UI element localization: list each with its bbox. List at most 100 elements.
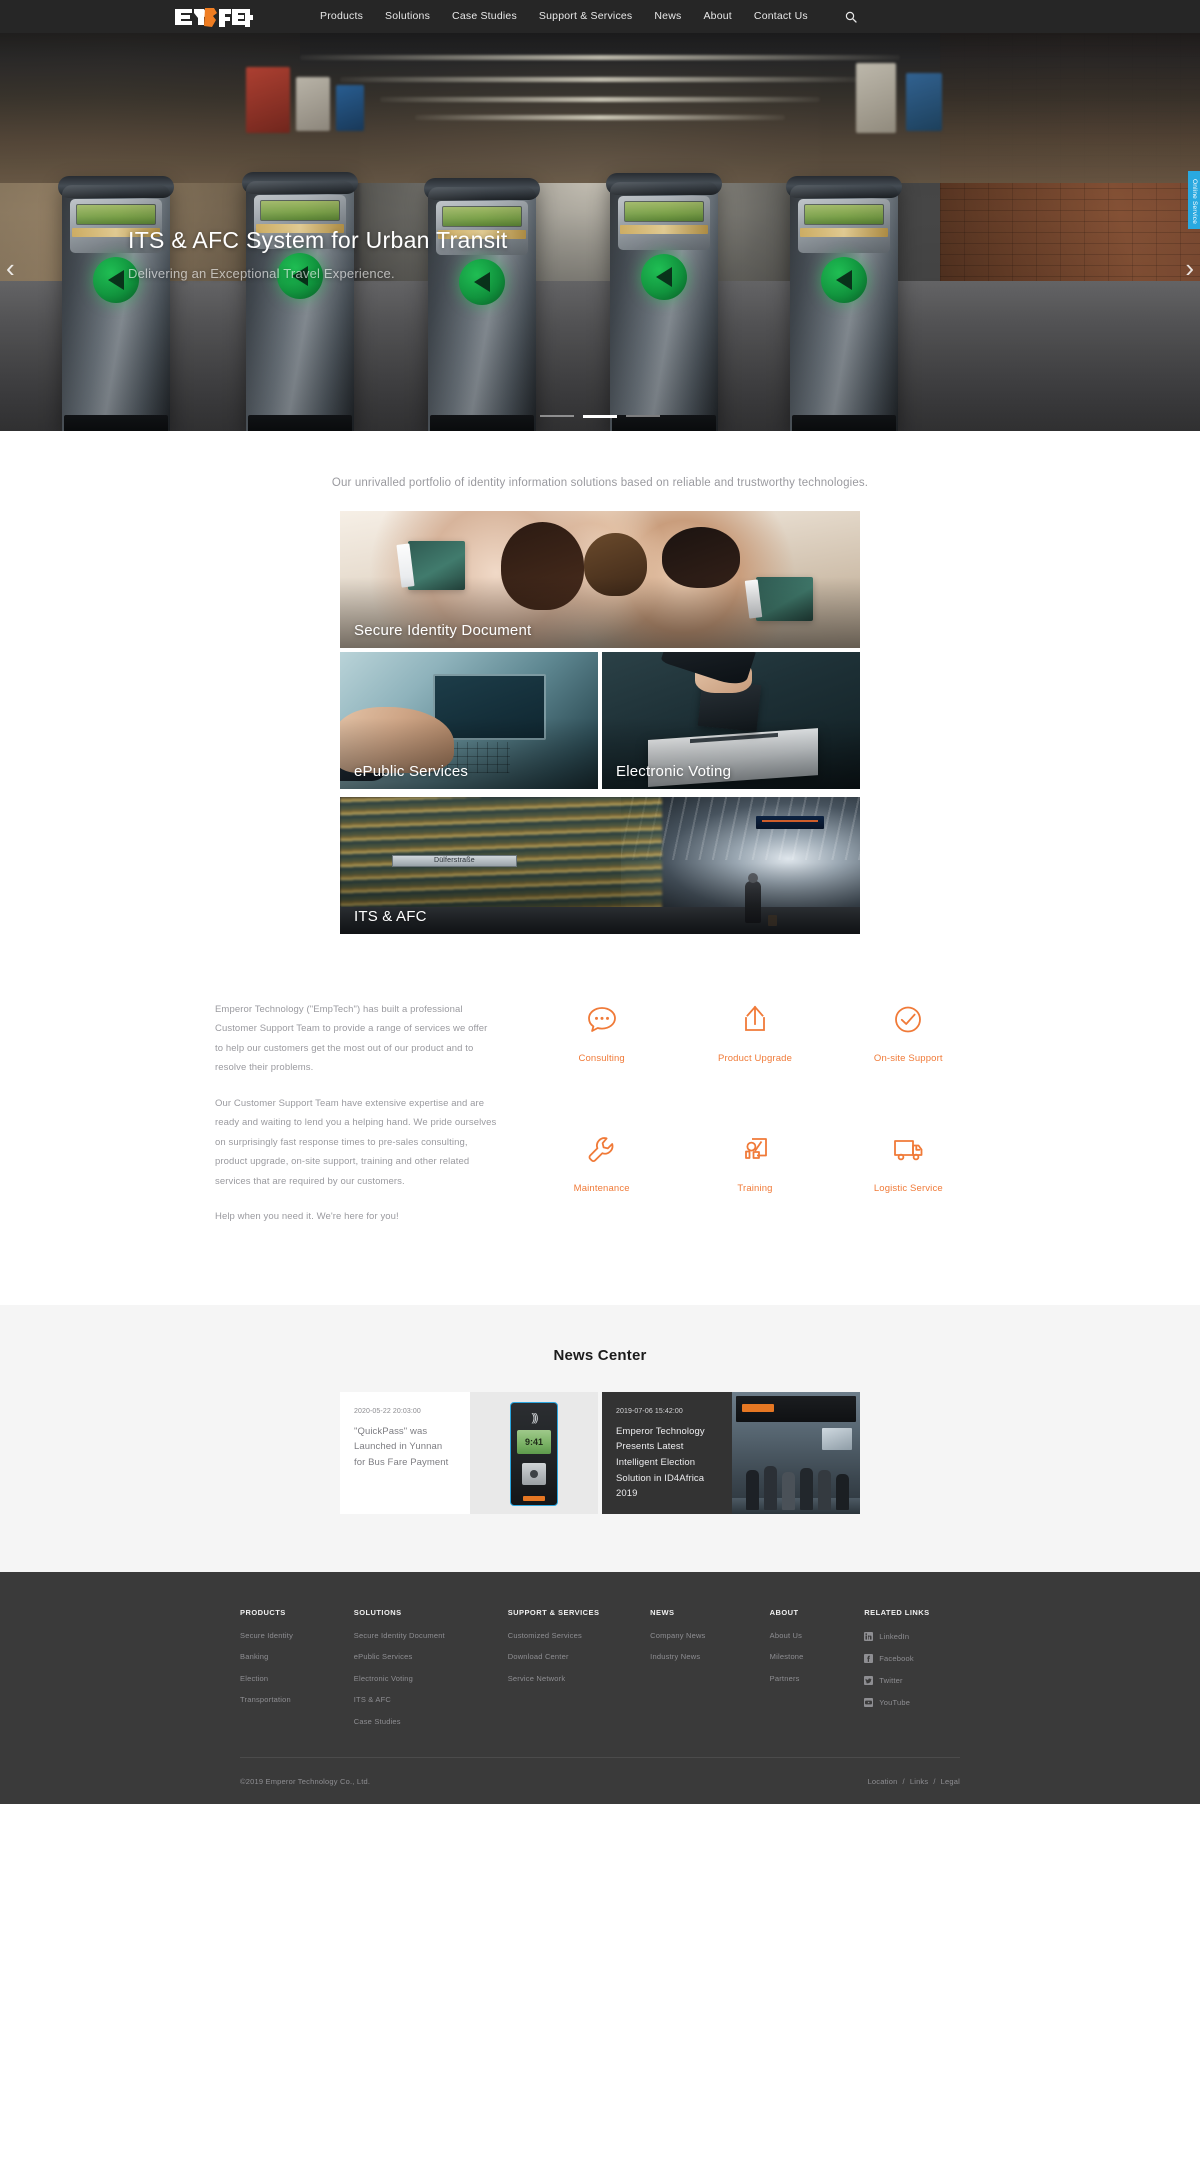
services-grid: Consulting Product Upgrade On-site Suppo…: [525, 1000, 985, 1227]
footer-link-epublic-services[interactable]: ePublic Services: [354, 1653, 490, 1661]
service-label: Consulting: [578, 1053, 625, 1064]
footer-link-youtube[interactable]: YouTube: [864, 1697, 960, 1707]
service-training[interactable]: Training: [678, 1130, 831, 1226]
footer-column-title: ABOUT: [769, 1607, 799, 1617]
service-label: On-site Support: [873, 1053, 943, 1064]
news-date: 2020-05-22 20:03:00: [354, 1407, 421, 1415]
footer-bottom-bar: ©2019 Emperor Technology Co., Ltd. Locat…: [240, 1758, 960, 1804]
tile-its-afc[interactable]: Dülferstraße ITS & AFC: [340, 797, 860, 934]
nav-item-solutions[interactable]: Solutions: [385, 0, 430, 33]
presentation-icon: [735, 1130, 775, 1170]
nav-item-products[interactable]: Products: [320, 0, 363, 33]
footer-link-partners[interactable]: Partners: [770, 1675, 847, 1683]
news-card-quickpass[interactable]: 2020-05-22 20:03:00 "QuickPass" was Laun…: [340, 1391, 598, 1514]
footer-link-transportation[interactable]: Transportation: [240, 1696, 336, 1704]
footer-link-company-news[interactable]: Company News: [650, 1632, 751, 1640]
tile-label: Electronic Voting: [616, 763, 732, 780]
footer-link-facebook[interactable]: Facebook: [864, 1653, 960, 1663]
legal-link-legal[interactable]: Legal: [941, 1777, 960, 1786]
copyright-text: ©2019 Emperor Technology Co., Ltd.: [240, 1776, 371, 1786]
twitter-icon: [864, 1675, 874, 1685]
tile-epublic-services[interactable]: ePublic Services: [340, 652, 598, 789]
page-root: Products Solutions Case Studies Support …: [0, 0, 1200, 1805]
service-label: Maintenance: [573, 1183, 630, 1195]
nav-item-about[interactable]: About: [703, 0, 731, 33]
site-logo[interactable]: [175, 6, 253, 27]
footer-social-label: Facebook: [879, 1653, 914, 1663]
news-section-title: News Center: [553, 1346, 647, 1364]
service-on-site-support[interactable]: On-site Support: [832, 1000, 985, 1096]
youtube-icon: [864, 1697, 874, 1707]
carousel-dot-2[interactable]: [583, 415, 617, 418]
tile-label: ITS & AFC: [354, 908, 427, 925]
footer-link-secure-identity-document[interactable]: Secure Identity Document: [354, 1632, 490, 1640]
online-service-tab[interactable]: Online Service: [1188, 171, 1200, 229]
news-section: News Center 2020-05-22 20:03:00 "QuickPa…: [0, 1304, 1200, 1572]
legal-link-location[interactable]: Location: [868, 1777, 898, 1786]
footer-link-linkedin[interactable]: LinkedIn: [864, 1631, 960, 1641]
legal-link-links[interactable]: Links: [910, 1777, 929, 1786]
footer-column-products: PRODUCTS Secure Identity Banking Electio…: [240, 1608, 354, 1740]
footer-social-label: LinkedIn: [879, 1631, 910, 1641]
solution-tiles: Secure Identity Document ePublic Service…: [340, 511, 860, 934]
carousel-dot-3[interactable]: [626, 415, 660, 417]
legal-separator: /: [902, 1776, 905, 1786]
legal-separator: /: [933, 1776, 936, 1786]
footer-link-twitter[interactable]: Twitter: [864, 1675, 960, 1685]
footer-link-case-studies[interactable]: Case Studies: [354, 1718, 490, 1726]
main-nav: Products Solutions Case Studies Support …: [320, 0, 858, 33]
nav-item-contact-us[interactable]: Contact Us: [754, 0, 808, 33]
support-paragraph-1: Emperor Technology ("EmpTech") has built…: [215, 1004, 488, 1074]
service-consulting[interactable]: Consulting: [525, 1000, 678, 1096]
service-maintenance[interactable]: Maintenance: [525, 1130, 678, 1226]
footer-link-milestone[interactable]: Milestone: [770, 1653, 847, 1661]
tile-row-middle: ePublic Services Electronic Voting: [340, 652, 860, 793]
search-icon[interactable]: [844, 10, 858, 24]
footer-link-download-center[interactable]: Download Center: [508, 1653, 632, 1661]
footer-link-secure-identity[interactable]: Secure Identity: [240, 1632, 336, 1640]
footer-column-title: NEWS: [650, 1607, 675, 1617]
hero-subtitle: Delivering an Exceptional Travel Experie…: [128, 266, 395, 281]
service-logistic-service[interactable]: Logistic Service: [832, 1130, 985, 1226]
tile-electronic-voting[interactable]: Electronic Voting: [602, 652, 860, 789]
nav-item-news[interactable]: News: [654, 0, 681, 33]
carousel-prev-button[interactable]: ‹: [6, 255, 15, 281]
tile-label: Secure Identity Document: [354, 622, 532, 639]
delivery-truck-icon: [888, 1130, 928, 1170]
news-cards: 2020-05-22 20:03:00 "QuickPass" was Laun…: [340, 1391, 860, 1514]
footer-column-title: PRODUCTS: [240, 1607, 286, 1617]
nav-item-case-studies[interactable]: Case Studies: [452, 0, 517, 33]
hero-carousel[interactable]: ‹ › ITS & AFC System for Urban Transit D…: [0, 33, 1200, 431]
footer-link-about-us[interactable]: About Us: [770, 1632, 847, 1640]
news-headline: "QuickPass" was Launched in Yunnan for B…: [354, 1425, 449, 1469]
footer-link-industry-news[interactable]: Industry News: [650, 1653, 751, 1661]
footer-link-customized-services[interactable]: Customized Services: [508, 1632, 632, 1640]
tile-secure-identity-document[interactable]: Secure Identity Document: [340, 511, 860, 648]
service-label: Product Upgrade: [717, 1053, 793, 1064]
support-paragraph-3: Help when you need it. We're here for yo…: [215, 1211, 399, 1223]
footer-link-service-network[interactable]: Service Network: [508, 1675, 632, 1683]
chat-bubble-icon: [582, 1000, 622, 1040]
hero-title: ITS & AFC System for Urban Transit: [128, 227, 508, 253]
footer-column-related-links: RELATED LINKS LinkedIn Facebook Twitter …: [864, 1608, 960, 1740]
service-label: Logistic Service: [873, 1183, 943, 1195]
footer-social-label: Twitter: [879, 1675, 903, 1685]
nav-item-support-services[interactable]: Support & Services: [539, 0, 632, 33]
check-circle-icon: [888, 1000, 928, 1040]
footer-column-support-services: SUPPORT & SERVICES Customized Services D…: [508, 1608, 650, 1740]
footer-column-title: RELATED LINKS: [864, 1607, 930, 1617]
footer-link-electronic-voting[interactable]: Electronic Voting: [354, 1675, 490, 1683]
service-product-upgrade[interactable]: Product Upgrade: [678, 1000, 831, 1096]
carousel-dot-1[interactable]: [540, 415, 574, 417]
footer-link-election[interactable]: Election: [240, 1675, 336, 1683]
footer-link-banking[interactable]: Banking: [240, 1653, 336, 1661]
news-card-id4africa[interactable]: 2019-07-06 15:42:00 Emperor Technology P…: [602, 1391, 860, 1514]
news-headline: Emperor Technology Presents Latest Intel…: [616, 1425, 705, 1500]
portfolio-tagline: Our unrivalled portfolio of identity inf…: [331, 477, 869, 489]
carousel-next-button[interactable]: ›: [1185, 255, 1194, 281]
footer-column-solutions: SOLUTIONS Secure Identity Document ePubl…: [354, 1608, 508, 1740]
footer-column-news: NEWS Company News Industry News: [650, 1608, 769, 1740]
upload-icon: [735, 1000, 775, 1040]
footer-link-its-afc[interactable]: ITS & AFC: [354, 1696, 490, 1704]
footer-column-about: ABOUT About Us Milestone Partners: [770, 1608, 865, 1740]
